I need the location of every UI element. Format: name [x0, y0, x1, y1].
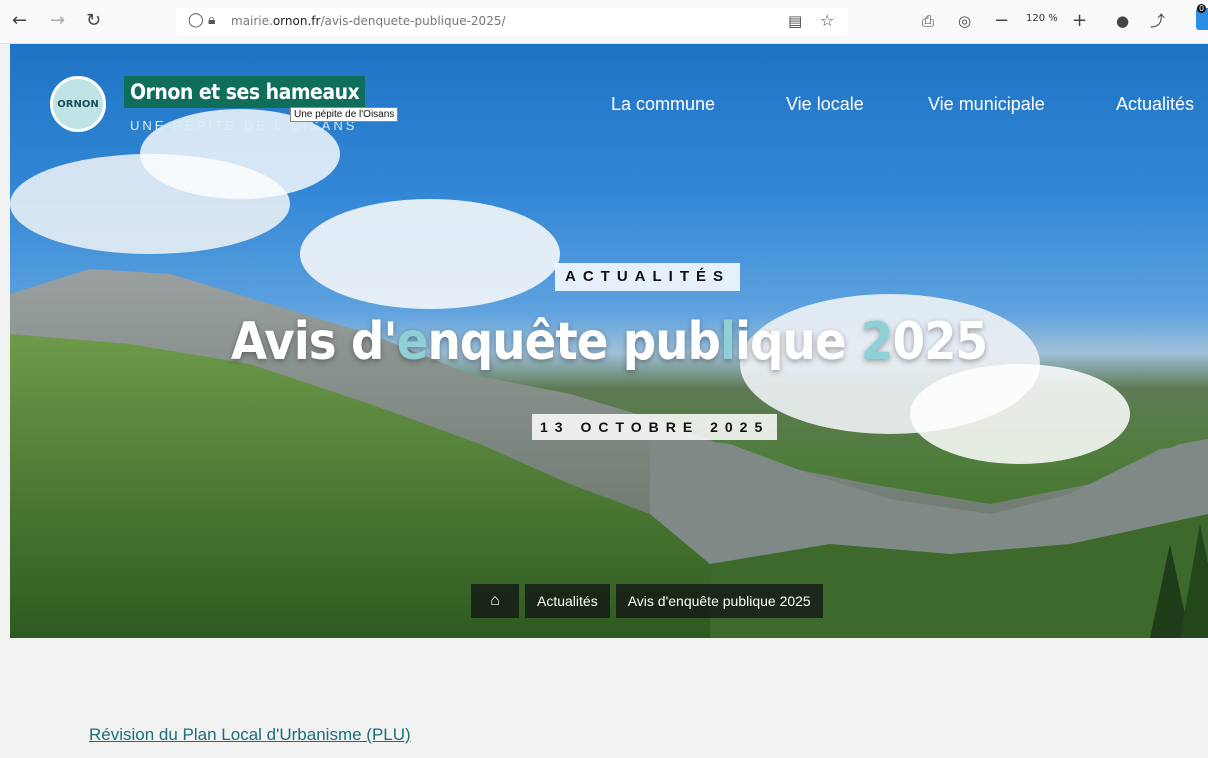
nav-vie-municipale[interactable]: Vie municipale [928, 94, 1045, 115]
title-tooltip: Une pépite de l'Oisans [290, 107, 399, 122]
back-icon[interactable]: ← [12, 9, 27, 33]
url-text[interactable]: mairie.ornon.fr/avis-denquete-publique-2… [231, 14, 506, 28]
plu-revision-link[interactable]: Révision du Plan Local d'Urbanisme (PLU) [89, 725, 411, 745]
breadcrumb-home[interactable]: ⌂ [471, 584, 519, 618]
account-icon[interactable]: ● [1116, 9, 1129, 33]
site-title[interactable]: Ornon et ses hameaux [124, 76, 366, 108]
category-label: ACTUALITÉS [555, 263, 740, 291]
zoom-in-icon[interactable]: + [1072, 9, 1087, 33]
breadcrumb: ⌂ Actualités Avis d'enquête publique 202… [471, 584, 823, 618]
page-title: Avis d'enquête publique 2025 [230, 312, 988, 372]
screenshot-icon[interactable]: ◎ [958, 9, 971, 33]
nav-actualites[interactable]: Actualités [1116, 94, 1194, 115]
reader-view-icon[interactable]: ▤ [788, 12, 802, 30]
breadcrumb-item-actualites[interactable]: Actualités [525, 584, 610, 618]
hero-banner: ORNON Ornon et ses hameaux UNE PÉPITE DE… [10, 44, 1208, 638]
breadcrumb-item-current: Avis d'enquête publique 2025 [615, 584, 823, 618]
extension-icon[interactable]: 0 [1196, 4, 1208, 30]
nav-la-commune[interactable]: La commune [611, 94, 715, 115]
forward-icon[interactable]: → [50, 9, 65, 33]
zoom-out-icon[interactable]: − [994, 9, 1009, 33]
zoom-level[interactable]: 120 % [1026, 13, 1058, 24]
browser-toolbar: ← → ↻ ◯ 🔒︎ mairie.ornon.fr/avis-denquete… [0, 0, 1208, 44]
lock-icon[interactable]: 🔒︎ [208, 12, 215, 28]
extensions-icon[interactable]: ⤴ [1150, 9, 1165, 33]
print-icon[interactable]: ⎙ [922, 9, 934, 33]
address-bar[interactable]: ◯ 🔒︎ mairie.ornon.fr/avis-denquete-publi… [176, 8, 848, 36]
reload-icon[interactable]: ↻ [86, 9, 101, 33]
shield-icon[interactable]: ◯ [188, 12, 204, 28]
extension-badge: 0 [1197, 4, 1207, 13]
site-logo[interactable]: ORNON [50, 76, 106, 132]
publish-date: 13 OCTOBRE 2025 [532, 414, 778, 440]
bookmark-star-icon[interactable]: ☆ [820, 11, 834, 30]
home-icon: ⌂ [490, 592, 500, 609]
nav-vie-locale[interactable]: Vie locale [786, 94, 864, 115]
